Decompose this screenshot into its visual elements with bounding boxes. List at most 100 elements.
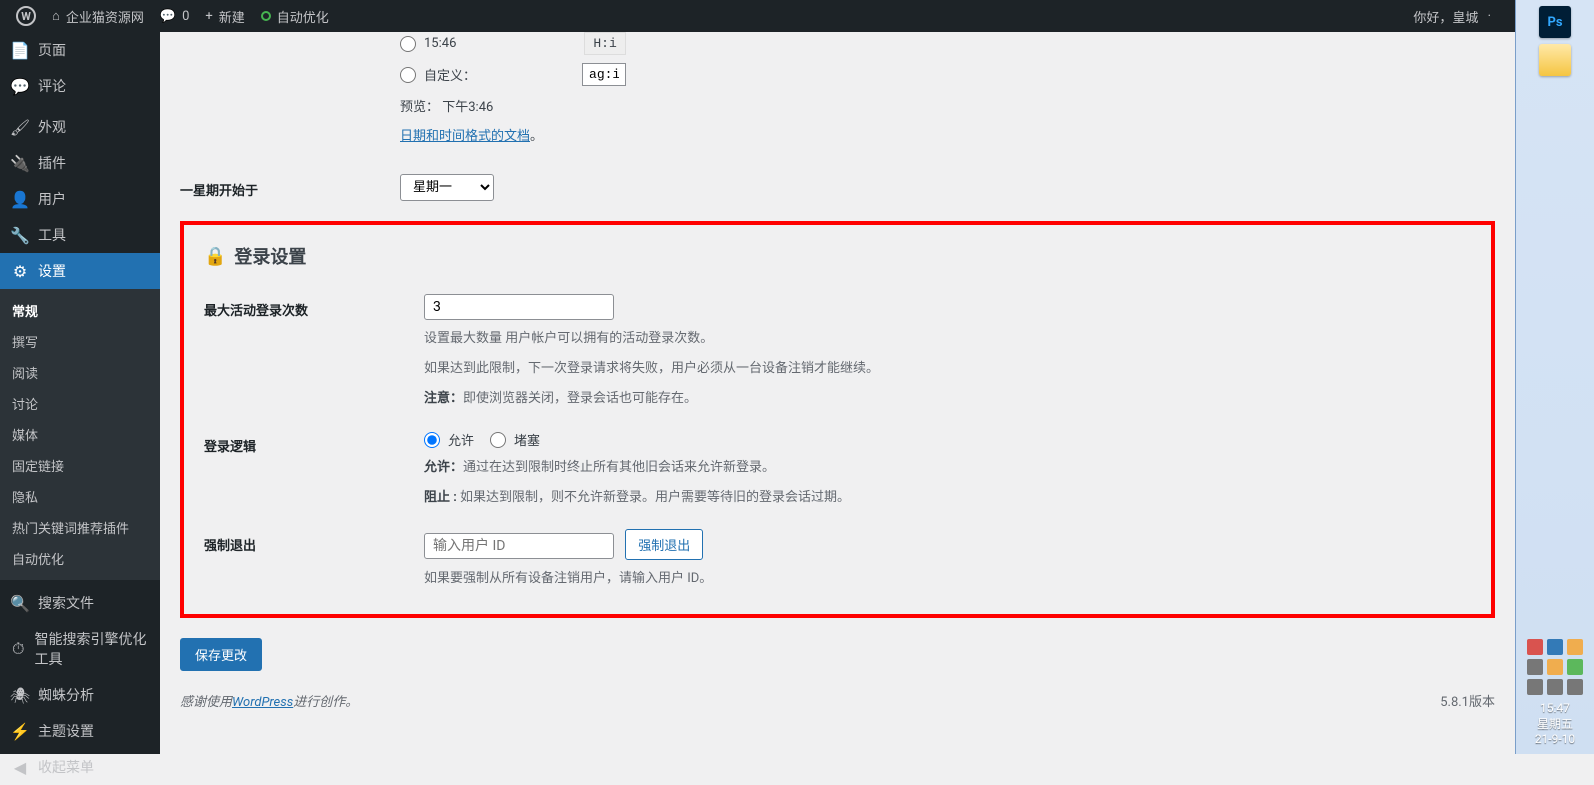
force-logout-label: 强制退出 xyxy=(204,529,424,554)
submenu-keywords[interactable]: 热门关键词推荐插件 xyxy=(0,512,160,543)
wrench-icon: 🔧 xyxy=(10,225,30,245)
page-icon: 📄 xyxy=(10,40,30,60)
preview-value: 下午3:46 xyxy=(442,100,493,115)
theme-icon: ⚡ xyxy=(10,721,30,741)
sidebar-item-seo[interactable]: ⏱智能搜索引擎优化工具 xyxy=(0,621,160,677)
preview-label: 预览： xyxy=(400,100,439,115)
sidebar-item-tools[interactable]: 🔧工具 xyxy=(0,217,160,253)
time-format-custom-radio[interactable] xyxy=(400,67,416,83)
sidebar-item-theme-settings[interactable]: ⚡主题设置 xyxy=(0,713,160,749)
comment-icon: 💬 xyxy=(160,9,176,24)
tray-network-icon[interactable] xyxy=(1547,679,1563,695)
submenu-privacy[interactable]: 隐私 xyxy=(0,481,160,512)
plugin-icon: 🔌 xyxy=(10,153,30,173)
sidebar-item-pages[interactable]: 📄页面 xyxy=(0,32,160,68)
max-logins-desc2: 如果达到此限制，下一次登录请求将失败，用户必须从一台设备注销才能继续。 xyxy=(424,358,1471,380)
sidebar-item-collapse[interactable]: ◀收起菜单 xyxy=(0,749,160,785)
force-logout-input[interactable] xyxy=(424,533,614,559)
photoshop-icon[interactable]: Ps xyxy=(1539,6,1571,38)
search-icon: 🔍 xyxy=(10,593,30,613)
comments-count: 0 xyxy=(182,9,189,24)
max-logins-note-text: 即使浏览器关闭，登录会话也可能存在。 xyxy=(463,391,697,406)
gauge-icon: ⏱ xyxy=(10,639,27,659)
time-format-1546-code: H:i xyxy=(584,32,625,55)
site-name-link[interactable]: ⌂ 企业猫资源网 xyxy=(44,0,152,32)
time-format-custom-input[interactable] xyxy=(582,63,626,86)
week-start-select[interactable]: 星期一 xyxy=(400,174,494,201)
force-logout-button[interactable]: 强制退出 xyxy=(625,529,703,560)
slider-icon: ⚙ xyxy=(10,261,30,281)
taskbar-date: 21-9-10 xyxy=(1516,732,1594,746)
login-logic-allow-radio[interactable] xyxy=(424,432,440,448)
sidebar-item-appearance[interactable]: 🖌外观 xyxy=(0,109,160,145)
home-icon: ⌂ xyxy=(52,8,60,24)
datetime-doc-link[interactable]: 日期和时间格式的文档 xyxy=(400,129,530,144)
tray-sync-icon[interactable] xyxy=(1547,639,1563,655)
max-logins-input[interactable] xyxy=(424,294,614,320)
sidebar-item-search-files[interactable]: 🔍搜索文件 xyxy=(0,585,160,621)
footer-thanks-suffix: 进行创作。 xyxy=(293,695,358,710)
tray-qq-icon[interactable] xyxy=(1567,639,1583,655)
login-logic-block-label: 堵塞 xyxy=(514,430,540,449)
submenu-writing[interactable]: 撰写 xyxy=(0,326,160,357)
time-format-1546-radio[interactable] xyxy=(400,36,416,52)
max-logins-label: 最大活动登录次数 xyxy=(204,294,424,319)
admin-sidebar: 📄页面 💬评论 🖌外观 🔌插件 👤用户 🔧工具 ⚙设置 常规 撰写 阅读 讨论 … xyxy=(0,32,160,754)
collapse-icon: ◀ xyxy=(10,757,30,777)
footer-thanks-prefix: 感谢使用 xyxy=(180,695,232,710)
max-logins-desc1: 设置最大数量 用户帐户可以拥有的活动登录次数。 xyxy=(424,328,1471,350)
new-link[interactable]: + 新建 xyxy=(197,0,252,32)
time-format-custom-label: 自定义： xyxy=(424,65,476,84)
brush-icon: 🖌 xyxy=(10,117,30,137)
user-icon: 👤 xyxy=(10,189,30,209)
login-logic-allow-label: 允许 xyxy=(448,430,474,449)
windows-taskbar: Ps 15:47 星期五 21-9-10 xyxy=(1515,0,1594,754)
sidebar-item-settings[interactable]: ⚙设置 xyxy=(0,253,160,289)
wordpress-icon: W xyxy=(16,6,36,26)
spider-icon: 🕷 xyxy=(10,685,30,705)
site-name: 企业猫资源网 xyxy=(66,7,144,26)
tray-shield-icon[interactable] xyxy=(1547,659,1563,675)
submenu-media[interactable]: 媒体 xyxy=(0,419,160,450)
admin-bar: W ⌂ 企业猫资源网 💬 0 + 新建 自动优化 你好，皇城 · xyxy=(0,0,1515,32)
submenu-general[interactable]: 常规 xyxy=(0,295,160,326)
circle-icon xyxy=(261,11,271,21)
tray-nvidia-icon[interactable] xyxy=(1567,659,1583,675)
force-logout-desc: 如果要强制从所有设备注销用户，请输入用户 ID。 xyxy=(424,568,1471,590)
max-logins-note-label: 注意： xyxy=(424,391,463,406)
tray-volume-icon[interactable] xyxy=(1567,679,1583,695)
tray-sogou-icon[interactable] xyxy=(1527,639,1543,655)
main-content: 15:46 H:i 自定义： 预览： 下午3:46 日期和时间格式的文档。 一星… xyxy=(160,32,1515,754)
taskbar-time: 15:47 xyxy=(1516,701,1594,715)
new-label: 新建 xyxy=(219,7,245,26)
user-greeting[interactable]: 你好，皇城 · xyxy=(1405,0,1499,32)
login-logic-label: 登录逻辑 xyxy=(204,430,424,455)
footer-version: 5.8.1版本 xyxy=(1440,691,1495,710)
plus-icon: + xyxy=(205,9,212,24)
auto-optimize-link[interactable]: 自动优化 xyxy=(253,0,337,32)
footer-wordpress-link[interactable]: WordPress xyxy=(232,695,293,710)
lock-icon: 🔒 xyxy=(204,246,226,267)
auto-optimize-label: 自动优化 xyxy=(277,7,329,26)
sidebar-item-users[interactable]: 👤用户 xyxy=(0,181,160,217)
submenu-reading[interactable]: 阅读 xyxy=(0,357,160,388)
time-format-1546-label: 15:46 xyxy=(424,36,456,51)
wp-logo[interactable]: W xyxy=(8,0,44,32)
folder-icon[interactable] xyxy=(1539,44,1571,76)
taskbar-day: 星期五 xyxy=(1516,715,1594,732)
login-settings-title: 登录设置 xyxy=(234,243,306,269)
tray-penguin-icon[interactable] xyxy=(1527,659,1543,675)
login-logic-block-radio[interactable] xyxy=(490,432,506,448)
login-settings-section: 🔒 登录设置 最大活动登录次数 设置最大数量 用户帐户可以拥有的活动登录次数。 … xyxy=(180,221,1495,618)
save-changes-button[interactable]: 保存更改 xyxy=(180,638,262,671)
settings-submenu: 常规 撰写 阅读 讨论 媒体 固定链接 隐私 热门关键词推荐插件 自动优化 xyxy=(0,289,160,580)
sidebar-item-plugins[interactable]: 🔌插件 xyxy=(0,145,160,181)
submenu-autoptimize[interactable]: 自动优化 xyxy=(0,543,160,574)
sidebar-item-spider[interactable]: 🕷蜘蛛分析 xyxy=(0,677,160,713)
comments-link[interactable]: 💬 0 xyxy=(152,0,198,32)
tray-desktop-icon[interactable] xyxy=(1527,679,1543,695)
submenu-permalinks[interactable]: 固定链接 xyxy=(0,450,160,481)
comment-icon: 💬 xyxy=(10,76,30,96)
submenu-discussion[interactable]: 讨论 xyxy=(0,388,160,419)
sidebar-item-comments[interactable]: 💬评论 xyxy=(0,68,160,104)
